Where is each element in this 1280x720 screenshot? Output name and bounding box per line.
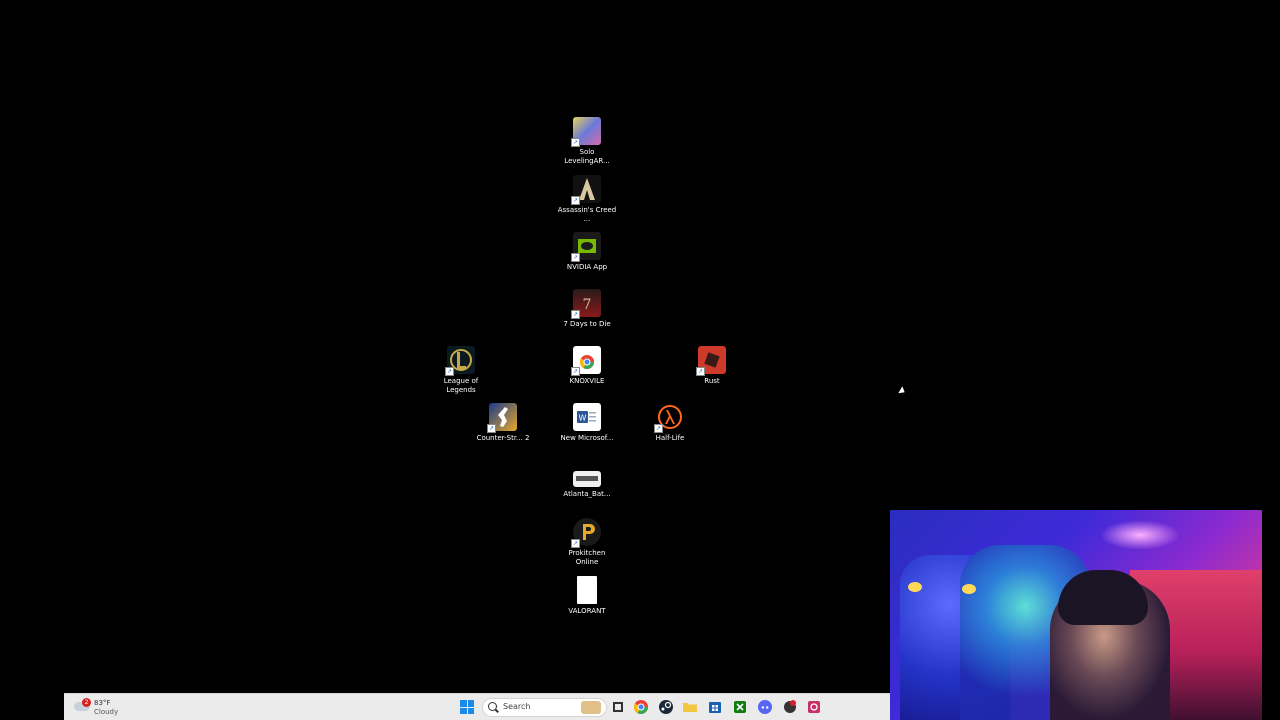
- desktop-icon-assassins-creed[interactable]: ↗ Assassin's Creed ...: [557, 175, 617, 224]
- desktop-icon-atlanta[interactable]: Atlanta_Bat...: [557, 465, 617, 499]
- desktop-icon-half-life[interactable]: ↗ Half-Life: [640, 403, 700, 443]
- app-red-icon: [784, 700, 796, 713]
- taskbar-app-red[interactable]: [781, 698, 799, 716]
- ceiling-light: [1100, 520, 1180, 550]
- taskbar-app-xbox[interactable]: [731, 698, 749, 716]
- taskbar: 2 83°F Cloudy Search: [64, 693, 890, 720]
- store-icon: [709, 702, 721, 713]
- desktop-icon-label: KNOXVILE: [569, 377, 605, 385]
- desktop-icon-label: 7 Days to Die: [563, 320, 611, 328]
- search-icon: [488, 702, 497, 711]
- assassins-creed-icon: ↗: [571, 175, 601, 205]
- taskbar-search-box[interactable]: Search: [482, 698, 607, 717]
- task-view-button[interactable]: [609, 698, 627, 716]
- weather-widget[interactable]: 2 83°F Cloudy: [74, 697, 144, 717]
- counter-strike-icon: ↗: [487, 403, 517, 433]
- seven-days-icon: 7 ↗: [571, 289, 601, 319]
- solo-leveling-icon: ↗: [571, 117, 601, 147]
- desktop-icon-label: NVIDIA App: [566, 263, 608, 271]
- nvidia-icon: ↗: [571, 232, 601, 262]
- desktop-icon-word-doc[interactable]: W New Microsof...: [557, 403, 617, 443]
- league-icon: ↗: [445, 346, 475, 376]
- desktop-icon-prokitchen[interactable]: ↗ Prokitchen Online: [557, 518, 617, 567]
- notification-badge: 2: [82, 698, 91, 707]
- task-view-icon: [613, 702, 623, 712]
- discord-icon: [758, 700, 772, 714]
- chrome-shortcut-icon: ↗: [571, 346, 601, 376]
- steam-icon: [659, 700, 673, 714]
- xbox-icon: [734, 701, 746, 713]
- svg-text:W: W: [579, 414, 587, 423]
- desktop-icon-nvidia[interactable]: ↗ NVIDIA App: [557, 232, 617, 272]
- desktop-icon-league[interactable]: ↗ League of Legends: [431, 346, 491, 395]
- desktop-icon-valorant[interactable]: VALORANT: [557, 576, 617, 616]
- taskbar-app-steam[interactable]: [657, 698, 675, 716]
- owl-eye: [962, 584, 976, 594]
- desktop-icon-label: Counter-Str... 2: [476, 434, 530, 442]
- app-pink-icon: [808, 701, 820, 713]
- desktop-icon-label: Atlanta_Bat...: [563, 490, 611, 498]
- desktop-icon-solo-leveling[interactable]: ↗ Solo LevelingAR...: [557, 117, 617, 166]
- desktop-icon-label: VALORANT: [568, 607, 606, 615]
- desktop-icon-label: League of Legends: [443, 377, 479, 394]
- taskbar-app-file-explorer[interactable]: [681, 698, 699, 716]
- rust-icon: ↗: [696, 346, 726, 376]
- search-placeholder: Search: [503, 702, 531, 711]
- search-highlight-icon: [581, 701, 601, 714]
- weather-temperature: 83°F: [94, 699, 111, 707]
- taskbar-app-pink[interactable]: [805, 698, 823, 716]
- owl-eye: [908, 582, 922, 592]
- desktop-icon-rust[interactable]: ↗ Rust: [682, 346, 742, 386]
- taskbar-app-store[interactable]: [706, 698, 724, 716]
- word-document-icon: W: [573, 403, 601, 431]
- taskbar-app-chrome[interactable]: [632, 698, 650, 716]
- desktop-icon-knoxvile[interactable]: ↗ KNOXVILE: [557, 346, 617, 386]
- weather-condition: Cloudy: [94, 708, 119, 716]
- file-explorer-icon: [683, 703, 697, 712]
- desktop-icon-label: New Microsof...: [560, 434, 614, 442]
- desktop-icon-label: Half-Life: [655, 434, 685, 442]
- desktop-icon-label: Solo LevelingAR...: [564, 148, 610, 165]
- desktop-icon-label: Assassin's Creed ...: [557, 206, 617, 223]
- desktop-icon-counter-strike[interactable]: ↗ Counter-Str... 2: [473, 403, 533, 443]
- desktop-icon-7-days[interactable]: 7 ↗ 7 Days to Die: [557, 289, 617, 329]
- blank-file-icon: [577, 576, 597, 604]
- webcam-overlay: [890, 510, 1262, 720]
- start-button[interactable]: [458, 698, 476, 716]
- taskbar-app-discord[interactable]: [756, 698, 774, 716]
- prokitchen-icon: ↗: [571, 518, 601, 548]
- windows-logo-icon: [460, 700, 474, 714]
- svg-text:7: 7: [583, 297, 592, 313]
- half-life-icon: ↗: [654, 403, 684, 433]
- image-file-icon: [573, 471, 601, 487]
- streamer-headset: [1058, 570, 1148, 625]
- chrome-icon: [634, 700, 648, 714]
- desktop-icon-label: Prokitchen Online: [568, 549, 606, 566]
- desktop-icon-label: Rust: [704, 377, 720, 385]
